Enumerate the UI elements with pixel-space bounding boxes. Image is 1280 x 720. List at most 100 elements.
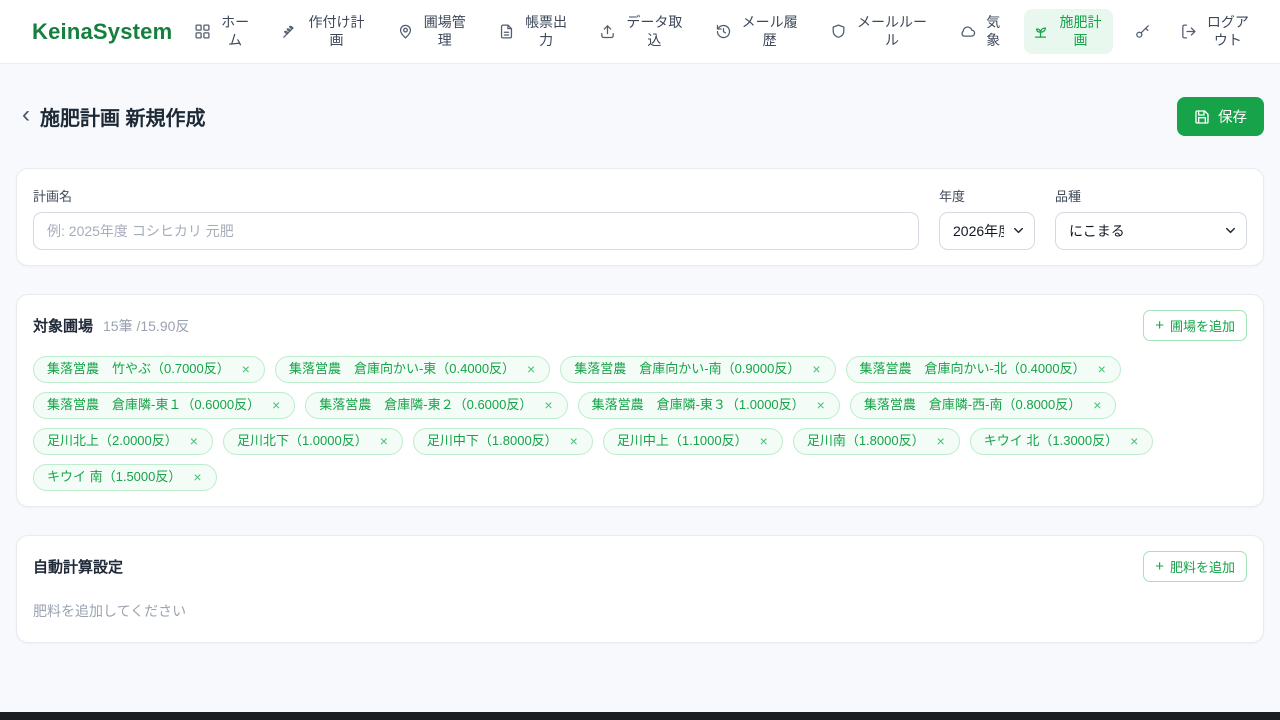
variety-label: 品種 xyxy=(1055,189,1082,204)
remove-tag-icon[interactable]: × xyxy=(816,398,826,412)
remove-tag-icon[interactable]: × xyxy=(936,434,946,448)
nav-label-planting-plan: 作付け計画 xyxy=(308,14,365,48)
field-tag-label: 足川中上（1.1000反） xyxy=(616,432,748,448)
wheat-icon xyxy=(283,25,295,38)
plan-name-input[interactable] xyxy=(33,212,919,250)
field-tag-label: 足川南（1.8000反） xyxy=(806,432,925,448)
field-tag: 集落営農 倉庫向かい-南（0.9000反） × xyxy=(560,356,836,383)
field-tag: 集落営農 倉庫隣-西-南（0.8000反） × xyxy=(849,391,1117,419)
fertilizer-empty-message: 肥料を追加してください xyxy=(33,602,187,619)
nav-item-mail-history[interactable]: メール履歴 xyxy=(707,9,809,54)
nav-label-weather: 気象 xyxy=(986,14,1001,48)
nav-label-mail-history: メール履歴 xyxy=(741,14,798,48)
nav-label-home: ホーム xyxy=(221,14,250,48)
upload-icon xyxy=(601,25,615,39)
field-tag-label: キウイ 南（1.5000反） xyxy=(47,468,182,484)
nav-item-fertilization-plan[interactable]: 施肥計画 xyxy=(1024,9,1113,54)
document-icon xyxy=(500,24,513,39)
remove-tag-icon[interactable]: × xyxy=(569,434,579,448)
remove-tag-icon[interactable]: × xyxy=(543,398,553,412)
map-pin-icon xyxy=(399,24,411,39)
page-title: 施肥計画 新規作成 xyxy=(40,108,206,130)
remove-tag-icon[interactable]: × xyxy=(271,398,281,412)
remove-tag-icon[interactable]: × xyxy=(1129,434,1139,448)
field-tag: 足川中下（1.8000反） × xyxy=(412,427,593,455)
target-fields-summary: 15筆 /15.90反 xyxy=(103,317,190,334)
page-title-bar: ‹ 施肥計画 新規作成 保存 xyxy=(16,97,1264,136)
field-tag: キウイ 北（1.3000反） × xyxy=(969,427,1154,455)
nav-label-mail-rules: メールルール xyxy=(856,14,927,48)
plan-basics-card: 計画名 年度 2026年度 品種 にこまる xyxy=(16,168,1264,266)
auto-calc-title: 自動計算設定 xyxy=(33,558,124,576)
field-tag: 集落営農 倉庫向かい-東（0.4000反） × xyxy=(274,356,551,383)
field-tag-label: 足川北上（2.0000反） xyxy=(47,432,178,448)
nav-item-logout[interactable]: ログアウト xyxy=(1172,9,1260,54)
field-tag: 集落営農 倉庫隣-東２（0.6000反） × xyxy=(305,391,568,419)
field-tag-list: 集落営農 竹やぶ（0.7000反） × 集落営農 倉庫向かい-東（0.4000反… xyxy=(33,356,1247,491)
nav-item-home[interactable]: ホーム xyxy=(186,9,260,54)
main-nav: ホーム 作付け計画 圃場管理 帳票出力 データ取込 メール履歴 メールルール 気… xyxy=(186,9,1260,54)
main-content: ‹ 施肥計画 新規作成 保存 計画名 年度 2026年度 xyxy=(0,97,1280,643)
variety-select[interactable]: にこまる xyxy=(1055,212,1247,250)
save-button-label: 保存 xyxy=(1218,110,1247,126)
field-tag-label: 集落営農 倉庫隣-東３（1.0000反） xyxy=(591,396,805,412)
remove-tag-icon[interactable]: × xyxy=(1097,362,1107,376)
field-tag-label: 足川中下（1.8000反） xyxy=(426,432,558,448)
nav-item-planting-plan[interactable]: 作付け計画 xyxy=(273,9,375,54)
remove-tag-icon[interactable]: × xyxy=(811,362,821,376)
field-tag-label: キウイ 北（1.3000反） xyxy=(983,432,1119,448)
auto-calc-card: 自動計算設定 + 肥料を追加 肥料を追加してください xyxy=(16,534,1264,643)
field-tag: 集落営農 倉庫隣-東１（0.6000反） × xyxy=(33,391,296,419)
plan-name-group: 計画名 xyxy=(33,184,919,250)
remove-tag-icon[interactable]: × xyxy=(379,434,389,448)
field-tag-label: 集落営農 倉庫隣-西-南（0.8000反） xyxy=(863,396,1082,412)
shield-icon xyxy=(832,24,845,38)
nav-item-data-import[interactable]: データ取込 xyxy=(591,9,693,54)
add-field-button-label: 圃場を追加 xyxy=(1169,319,1235,334)
brand-logo[interactable]: KeinaSystem xyxy=(32,19,172,45)
remove-tag-icon[interactable]: × xyxy=(1092,398,1102,412)
plus-icon: + xyxy=(1155,317,1164,334)
plus-icon: + xyxy=(1155,557,1164,575)
target-fields-card: 対象圃場 15筆 /15.90反 + 圃場を追加 集落営農 竹やぶ（0.7000… xyxy=(16,294,1264,507)
nav-item-field-management[interactable]: 圃場管理 xyxy=(389,9,477,54)
field-tag-label: 集落営農 倉庫隣-東１（0.6000反） xyxy=(47,396,261,412)
field-tag-label: 集落営農 竹やぶ（0.7000反） xyxy=(47,361,230,376)
nav-label-field-management: 圃場管理 xyxy=(423,14,466,48)
remove-tag-icon[interactable]: × xyxy=(192,470,202,484)
nav-label-logout: ログアウト xyxy=(1206,14,1249,48)
field-tag-label: 集落営農 倉庫向かい-北（0.4000反） xyxy=(859,361,1086,376)
nav-item-weather[interactable]: 気象 xyxy=(951,9,1011,54)
target-fields-title: 対象圃場 xyxy=(33,318,94,335)
add-fertilizer-button[interactable]: + 肥料を追加 xyxy=(1143,550,1247,582)
field-tag: 集落営農 竹やぶ（0.7000反） × xyxy=(33,356,265,383)
year-group: 年度 2026年度 xyxy=(939,184,1035,250)
sprout-icon xyxy=(1035,27,1047,38)
save-button[interactable]: 保存 xyxy=(1177,97,1264,136)
history-icon xyxy=(716,24,730,39)
remove-tag-icon[interactable]: × xyxy=(759,434,769,448)
add-field-button[interactable]: + 圃場を追加 xyxy=(1143,310,1247,341)
back-button[interactable]: ‹ xyxy=(16,103,40,130)
grid-icon xyxy=(195,24,210,39)
remove-tag-icon[interactable]: × xyxy=(241,362,251,376)
add-fertilizer-button-label: 肥料を追加 xyxy=(1169,559,1235,575)
year-select[interactable]: 2026年度 xyxy=(939,212,1035,250)
field-tag: 集落営農 倉庫向かい-北（0.4000反） × xyxy=(845,356,1121,383)
nav-item-password[interactable] xyxy=(1126,18,1159,45)
field-tag: 足川北上（2.0000反） × xyxy=(33,427,213,455)
field-tag-label: 集落営農 倉庫向かい-東（0.4000反） xyxy=(288,361,516,376)
remove-tag-icon[interactable]: × xyxy=(189,434,199,448)
remove-tag-icon[interactable]: × xyxy=(526,362,536,376)
nav-item-mail-rules[interactable]: メールルール xyxy=(822,9,938,54)
logout-icon xyxy=(1181,24,1196,39)
field-tag: 足川北下（1.0000反） × xyxy=(222,427,403,455)
field-tag: キウイ 南（1.5000反） × xyxy=(33,463,217,491)
field-tag: 足川南（1.8000反） × xyxy=(792,427,960,455)
nav-item-report-output[interactable]: 帳票出力 xyxy=(490,9,578,54)
save-icon xyxy=(1195,109,1209,124)
variety-group: 品種 にこまる xyxy=(1055,184,1247,250)
cloud-icon xyxy=(961,26,976,37)
nav-label-data-import: データ取込 xyxy=(626,14,683,48)
field-tag-label: 集落営農 倉庫向かい-南（0.9000反） xyxy=(574,361,801,376)
